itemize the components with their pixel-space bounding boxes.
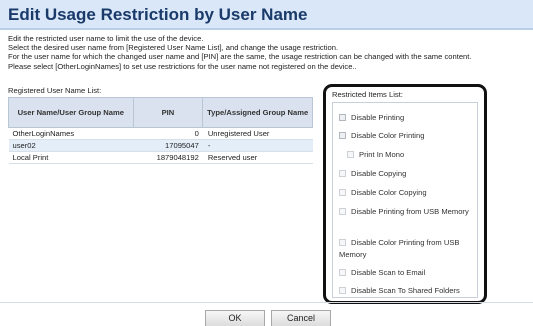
cell-type: Unregistered User <box>202 127 313 140</box>
cell-type: Reserved user <box>202 151 313 164</box>
column-header-user-name[interactable]: User Name/User Group Name <box>8 97 134 128</box>
checkbox[interactable] <box>339 208 346 215</box>
restricted-item-disable-scan-to-shared-folders[interactable]: Disable Scan To Shared Folders <box>339 285 479 297</box>
cell-user-name: user02 <box>8 139 134 152</box>
footer-divider <box>0 302 533 303</box>
table-header-row: User Name/User Group Name PIN Type/Assig… <box>8 97 313 128</box>
checkbox[interactable] <box>339 189 346 196</box>
cancel-button[interactable]: Cancel <box>271 310 331 326</box>
restricted-item-disable-color-printing-usb[interactable]: Disable Color Printing from USB Memory <box>339 237 479 261</box>
restricted-item-disable-color-copying[interactable]: Disable Color Copying <box>339 187 479 199</box>
checkbox[interactable] <box>339 287 346 294</box>
title-bar: Edit Usage Restriction by User Name <box>0 0 533 30</box>
description-line: Edit the restricted user name to limit t… <box>8 34 204 43</box>
column-header-type[interactable]: Type/Assigned Group Name <box>202 97 313 128</box>
ok-button[interactable]: OK <box>205 310 265 326</box>
restricted-item-label: Disable Scan to Email <box>351 268 426 277</box>
cell-pin: 0 <box>133 127 203 140</box>
registered-list-label: Registered User Name List: <box>8 86 102 95</box>
restricted-item-disable-color-printing[interactable]: Disable Color Printing <box>339 130 479 142</box>
restricted-item-label: Disable Scan To Shared Folders <box>351 286 460 295</box>
cell-pin: 17095047 <box>133 139 203 152</box>
restricted-item-label: Disable Color Printing from USB Memory <box>339 238 460 259</box>
description-line: Please select [OtherLoginNames] to set u… <box>8 61 357 71</box>
table-row[interactable]: Local Print 1879048192 Reserved user <box>8 151 313 164</box>
restricted-items-label: Restricted Items List: <box>332 90 403 99</box>
restricted-item-disable-copying[interactable]: Disable Copying <box>339 168 479 180</box>
description-line: For the user name for which the changed … <box>8 52 472 62</box>
restricted-item-label: Disable Color Printing <box>351 131 425 140</box>
checkbox[interactable] <box>339 239 346 246</box>
cell-user-name: OtherLoginNames <box>8 127 134 140</box>
checkbox[interactable] <box>339 269 346 276</box>
restricted-item-label: Print In Mono <box>359 150 405 159</box>
column-header-pin[interactable]: PIN <box>132 97 204 128</box>
registered-user-table: User Name/User Group Name PIN Type/Assig… <box>8 97 313 164</box>
page-title: Edit Usage Restriction by User Name <box>8 5 308 24</box>
restricted-item-label: Disable Printing <box>351 113 405 122</box>
restricted-item-disable-scan-to-email[interactable]: Disable Scan to Email <box>339 267 479 279</box>
restricted-item-disable-printing-usb[interactable]: Disable Printing from USB Memory <box>339 206 479 218</box>
cell-type: - <box>202 139 313 152</box>
checkbox[interactable] <box>339 132 346 139</box>
description-line: Select the desired user name from [Regis… <box>8 43 339 53</box>
description: Edit the restricted user name to limit t… <box>8 34 530 71</box>
restricted-item-label: Disable Color Copying <box>351 188 427 197</box>
checkbox[interactable] <box>339 170 346 177</box>
restricted-items-list: Disable Printing Disable Color Printing … <box>332 102 478 298</box>
table-row[interactable]: OtherLoginNames 0 Unregistered User <box>8 127 313 140</box>
restricted-item-disable-printing[interactable]: Disable Printing <box>339 112 479 124</box>
checkbox[interactable] <box>339 114 346 121</box>
cell-pin: 1879048192 <box>133 151 203 164</box>
restricted-item-label: Disable Copying <box>351 169 407 178</box>
checkbox[interactable] <box>347 151 354 158</box>
restricted-items-highlight: Restricted Items List: Disable Printing … <box>323 84 487 304</box>
restricted-item-label: Disable Printing from USB Memory <box>351 207 469 216</box>
cell-user-name: Local Print <box>8 151 134 164</box>
restricted-item-print-in-mono[interactable]: Print In Mono <box>347 149 477 161</box>
table-row-selected[interactable]: user02 17095047 - <box>8 139 313 152</box>
